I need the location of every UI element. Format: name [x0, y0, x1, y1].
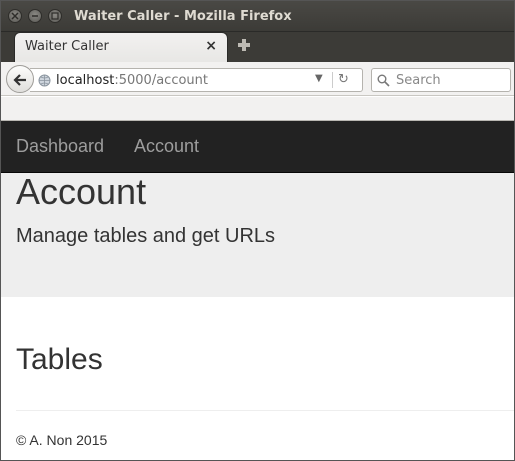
new-tab-icon[interactable]: [236, 37, 252, 53]
maximize-icon: [51, 12, 59, 20]
page-title: Account: [16, 171, 147, 212]
search-icon: [377, 74, 390, 87]
tab-strip: Waiter Caller ×: [0, 32, 515, 62]
minimize-icon: [32, 15, 38, 17]
navigation-toolbar: localhost:5000/account ▼ ↻ Search: [0, 62, 515, 96]
footer-divider: [16, 410, 515, 411]
site-navbar: Dashboard Account: [0, 121, 515, 173]
url-history-dropdown-icon[interactable]: ▼: [315, 73, 323, 84]
footer-copyright: © A. Non 2015: [16, 432, 108, 448]
browser-tab[interactable]: Waiter Caller ×: [14, 32, 228, 62]
back-button[interactable]: [6, 65, 34, 93]
close-icon: [11, 12, 19, 20]
globe-icon: [38, 74, 51, 87]
toolbar-area: [0, 97, 515, 121]
tab-label: Waiter Caller: [25, 39, 109, 54]
search-bar[interactable]: Search: [371, 68, 511, 92]
url-text: localhost:5000/account: [56, 73, 208, 88]
window-title: Waiter Caller - Mozilla Firefox: [74, 9, 292, 24]
tables-heading: Tables: [16, 343, 103, 376]
window-title-bar: Waiter Caller - Mozilla Firefox: [0, 0, 515, 32]
window-close-button[interactable]: [8, 9, 22, 23]
page-subtitle: Manage tables and get URLs: [16, 225, 276, 247]
url-separator: [332, 72, 333, 88]
url-bar[interactable]: localhost:5000/account ▼ ↻: [30, 68, 363, 92]
back-arrow-icon: [13, 74, 26, 86]
tab-close-icon[interactable]: ×: [205, 38, 217, 54]
url-path: :5000/account: [114, 73, 208, 88]
url-host: localhost: [56, 73, 115, 88]
window-minimize-button[interactable]: [28, 9, 42, 23]
jumbotron: Account Manage tables and get URLs: [0, 171, 515, 297]
search-placeholder: Search: [396, 73, 441, 88]
nav-link-account[interactable]: Account: [134, 136, 199, 157]
nav-link-dashboard[interactable]: Dashboard: [16, 136, 104, 157]
reload-icon[interactable]: ↻: [338, 72, 349, 87]
web-page: Dashboard Account Account Manage tables …: [0, 121, 515, 461]
window-maximize-button[interactable]: [48, 9, 62, 23]
